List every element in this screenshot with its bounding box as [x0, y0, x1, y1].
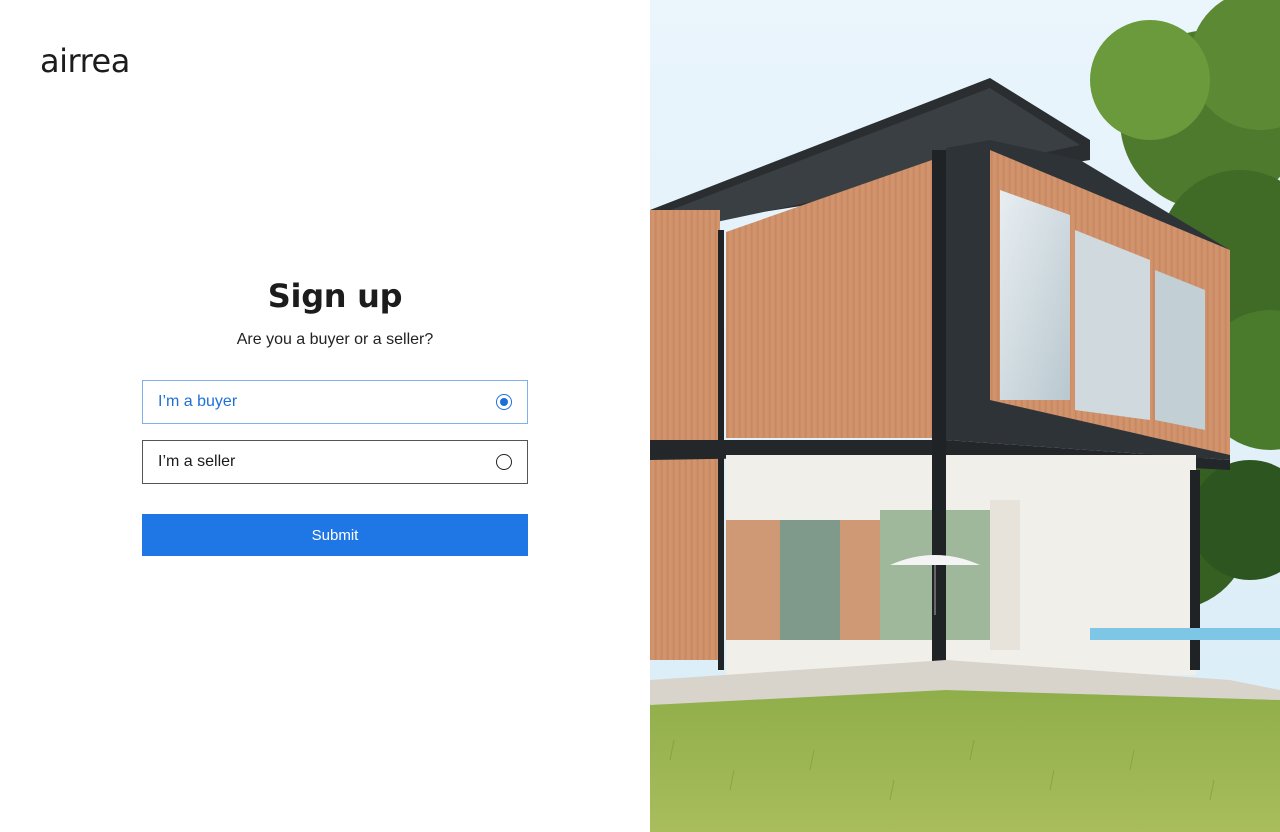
page-title: Sign up — [267, 277, 403, 315]
upper-window — [1000, 190, 1070, 400]
hero-image — [650, 0, 1280, 832]
buyer-radio-icon[interactable] — [496, 394, 512, 410]
option-buyer-label: I’m a buyer — [158, 393, 238, 410]
option-seller-label: I’m a seller — [158, 453, 236, 470]
house-illustration — [650, 0, 1280, 832]
option-buyer[interactable]: I’m a buyer — [142, 380, 528, 424]
brand-logo[interactable]: airrea — [40, 42, 130, 80]
option-seller[interactable]: I’m a seller — [142, 440, 528, 484]
signup-panel: airrea Sign up Are you a buyer or a sell… — [0, 0, 650, 832]
page-subtitle: Are you a buyer or a seller? — [236, 331, 434, 348]
pool — [1090, 628, 1280, 640]
seller-radio-icon[interactable] — [496, 454, 512, 470]
submit-button[interactable]: Submit — [142, 514, 528, 556]
left-wall — [650, 210, 720, 660]
lawn — [650, 690, 1280, 832]
signup-form: Sign up Are you a buyer or a seller? I’m… — [142, 276, 528, 556]
